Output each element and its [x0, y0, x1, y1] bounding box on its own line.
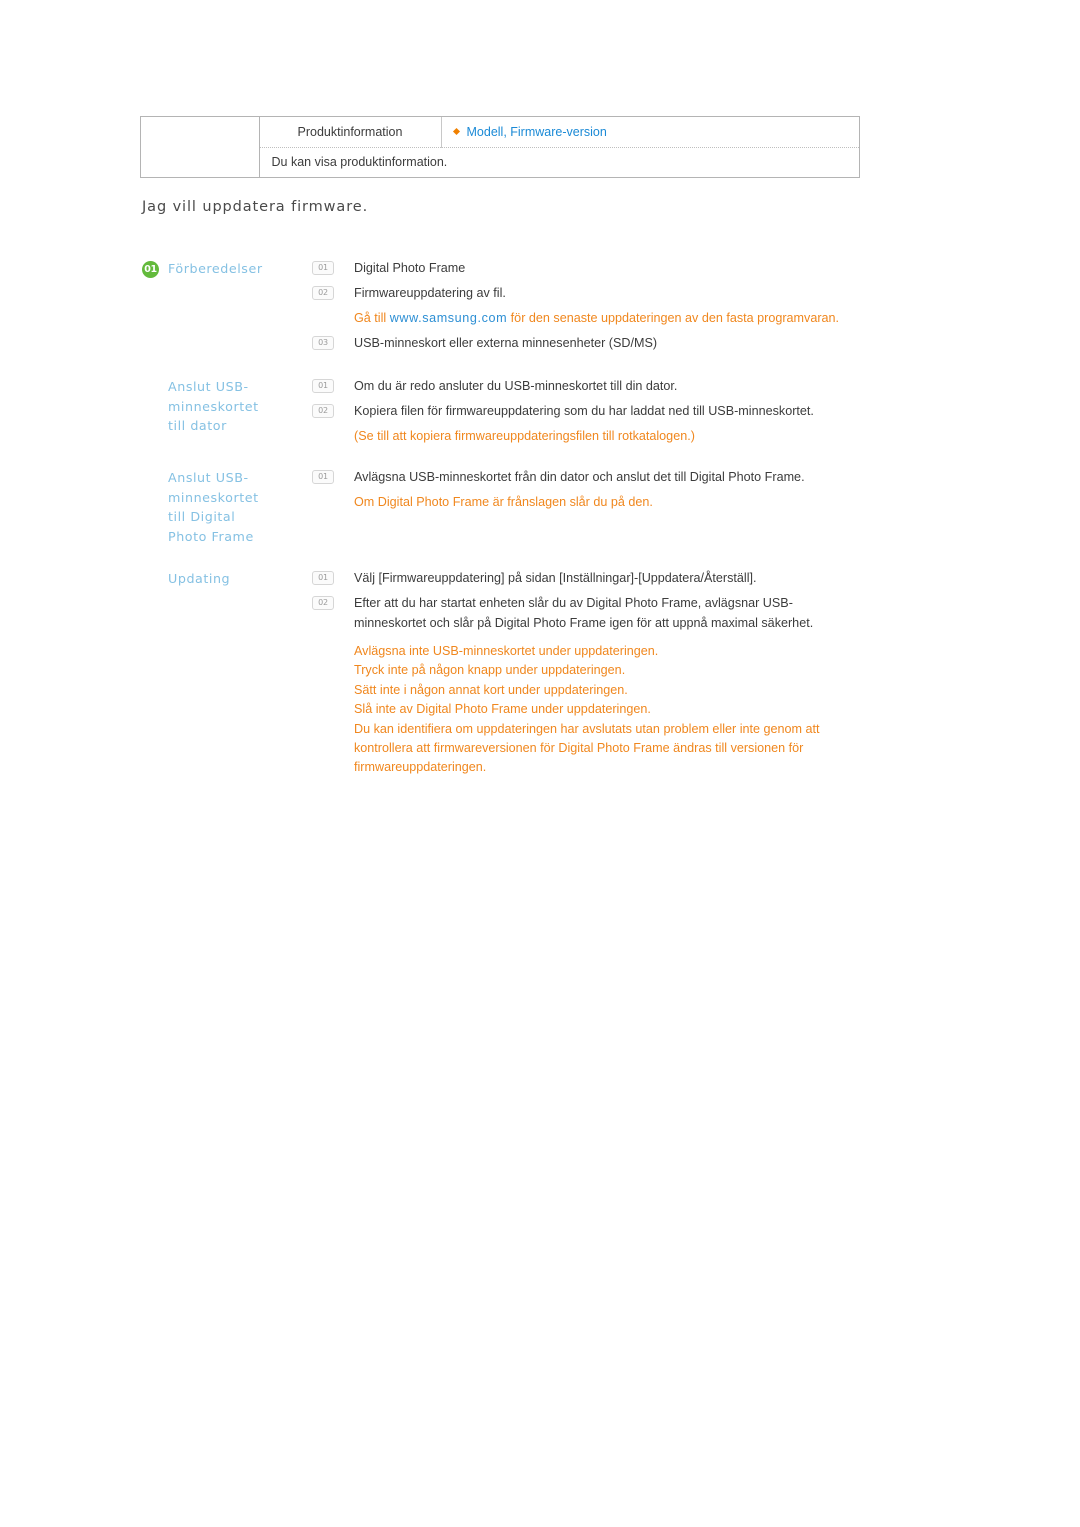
list-item: 01 Avlägsna USB-minneskortet från din da…: [312, 467, 1022, 487]
section-anslut-usb-dator: Anslut USB- minneskortet till dator 01 O…: [142, 376, 1022, 451]
step-text: Om du är redo ansluter du USB-minneskort…: [354, 379, 678, 393]
step-text: USB-minneskort eller externa minnesenhet…: [354, 336, 658, 350]
step-number-badge: 02: [312, 596, 334, 610]
section-title-line: Anslut USB-: [168, 470, 249, 485]
step-number-badge: 02: [312, 404, 334, 418]
section-steps: 01 Om du är redo ansluter du USB-minnesk…: [312, 376, 1022, 451]
table-cell-description: Du kan visa produktinformation.: [271, 155, 448, 169]
warning-line: kontrollera att firmwareversionen för Di…: [354, 741, 804, 756]
list-item: 02 Kopiera filen för firmwareuppdatering…: [312, 401, 1022, 421]
step-text: Digital Photo Frame: [354, 261, 466, 275]
section-note: (Se till att kopiera firmwareuppdatering…: [354, 429, 695, 443]
section-title-line: Updating: [168, 571, 231, 586]
step-text: Firmwareuppdatering av fil.: [354, 286, 506, 300]
step-text: Efter att du har startat enheten slår du…: [354, 596, 814, 630]
step-text: Välj [Firmwareuppdatering] på sidan [Ins…: [354, 571, 757, 585]
section-header-forberedelser: 01 Förberedelser: [142, 258, 312, 279]
section-steps: 01 Välj [Firmwareuppdatering] på sidan […: [312, 568, 1022, 778]
diamond-bullet-icon: [452, 127, 460, 136]
step-text: Kopiera filen för firmwareuppdatering so…: [354, 404, 814, 418]
section-header-anslut-frame: Anslut USB- minneskortet till Digital Ph…: [142, 467, 312, 546]
page-title: Jag vill uppdatera firmware.: [142, 199, 369, 215]
section-steps: 01 Avlägsna USB-minneskortet från din da…: [312, 467, 1022, 517]
warning-line: firmwareuppdateringen.: [354, 760, 487, 775]
list-item: 01 Om du är redo ansluter du USB-minnesk…: [312, 376, 1022, 396]
section-anslut-usb-frame: Anslut USB- minneskortet till Digital Ph…: [142, 467, 1022, 546]
samsung-website-link[interactable]: www.samsung.com: [390, 311, 507, 325]
section-title-line: till dator: [168, 418, 227, 433]
warning-line: Du kan identifiera om uppdateringen har …: [354, 721, 820, 736]
list-item: 02 Efter att du har startat enheten slår…: [312, 593, 1022, 633]
section-title-line: till Digital: [168, 509, 236, 524]
list-item: 03 USB-minneskort eller externa minnesen…: [312, 333, 1022, 353]
step-text: Avlägsna USB-minneskortet från din dator…: [354, 470, 805, 484]
table-cell-label: Produktinformation: [259, 117, 442, 148]
section-title-line: Photo Frame: [168, 528, 254, 544]
warning-line: Sätt inte i någon annat kort under uppda…: [354, 682, 628, 697]
table-row: Produktinformation Modell, Firmware-vers…: [141, 117, 859, 177]
warning-line: Slå inte av Digital Photo Frame under up…: [354, 702, 651, 717]
section-forberedelser: 01 Förberedelser 01 Digital Photo Frame …: [142, 258, 1022, 358]
section-title: Förberedelser: [168, 261, 263, 276]
document-page: Produktinformation Modell, Firmware-vers…: [0, 0, 1080, 1527]
warning-list: Avlägsna inte USB-minneskortet under upp…: [354, 642, 1022, 778]
section-updating: Updating 01 Välj [Firmwareuppdatering] p…: [142, 568, 1022, 778]
section-header-updating: Updating: [142, 568, 312, 589]
table-cell-value: Modell, Firmware-version: [441, 117, 859, 148]
note-suffix-text: för den senaste uppdateringen av den fas…: [507, 311, 840, 325]
step-number-badge: 01: [312, 470, 334, 484]
section-note-with-link: Gå till www.samsung.com för den senaste …: [354, 308, 1022, 328]
product-info-table: Produktinformation Modell, Firmware-vers…: [140, 116, 860, 178]
section-title: Anslut USB- minneskortet till Digital Ph…: [168, 468, 259, 546]
step-number-badge: 01: [312, 571, 334, 585]
warning-line: Tryck inte på någon knapp under uppdater…: [354, 663, 626, 678]
section-title-line: Anslut USB-: [168, 379, 249, 394]
section-title: Anslut USB- minneskortet till dator: [168, 377, 259, 436]
list-item: 02 Firmwareuppdatering av fil.: [312, 283, 1022, 303]
step-number-badge: 01: [312, 261, 334, 275]
section-badge-icon: 01: [142, 261, 159, 278]
list-item: 01 Välj [Firmwareuppdatering] på sidan […: [312, 568, 1022, 588]
step-number-badge: 01: [312, 379, 334, 393]
warning-line: Avlägsna inte USB-minneskortet under upp…: [354, 644, 659, 658]
section-title-line: minneskortet: [168, 398, 259, 414]
section-header-anslut-dator: Anslut USB- minneskortet till dator: [142, 376, 312, 436]
section-title: Updating: [168, 569, 230, 589]
table-cell-blank: [141, 117, 260, 177]
note-prefix-text: Gå till: [354, 311, 390, 325]
section-title-line: minneskortet: [168, 489, 259, 505]
section-steps: 01 Digital Photo Frame 02 Firmwareuppdat…: [312, 258, 1022, 358]
step-number-badge: 03: [312, 336, 334, 350]
table-value-text: Modell, Firmware-version: [466, 125, 607, 139]
list-item: 01 Digital Photo Frame: [312, 258, 1022, 278]
step-number-badge: 02: [312, 286, 334, 300]
section-note: Om Digital Photo Frame är frånslagen slå…: [354, 495, 653, 509]
